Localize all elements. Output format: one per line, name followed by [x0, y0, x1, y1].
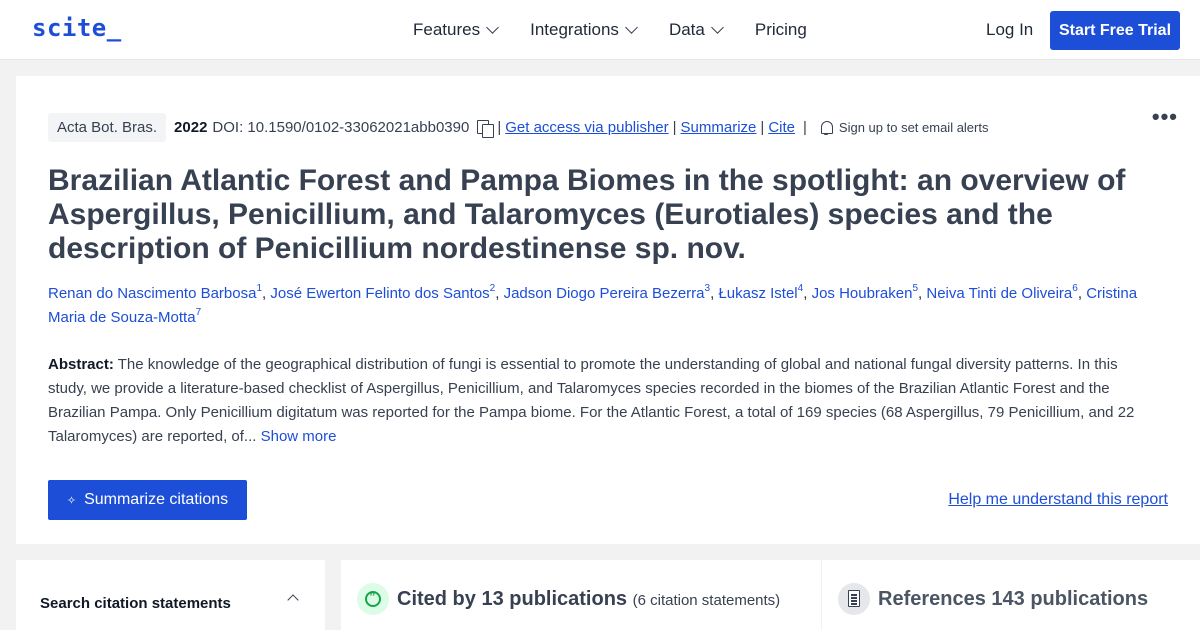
cited-by-heading[interactable]: Cited by 13 publications (6 citation sta…: [397, 588, 780, 611]
help-understand-link[interactable]: Help me understand this report: [948, 491, 1168, 509]
magic-wand-icon: ✧: [66, 494, 77, 507]
paper-card: Acta Bot. Bras. 2022 DOI: 10.1590/0102-3…: [16, 76, 1200, 544]
author-affiliation: 4: [797, 283, 804, 294]
author-name: Łukasz Istel: [718, 285, 798, 302]
doi-text: DOI: 10.1590/0102-33062021abb0390: [212, 119, 470, 136]
author-affiliation: 2: [489, 283, 496, 294]
scite-logo[interactable]: scite_: [32, 14, 122, 42]
start-free-trial-button[interactable]: Start Free Trial: [1050, 11, 1180, 50]
chevron-down-icon: [710, 21, 724, 34]
author-link[interactable]: Łukasz Istel4: [718, 283, 804, 303]
nav-features-label: Features: [413, 20, 481, 39]
author-name: José Ewerton Felinto dos Santos: [270, 285, 490, 302]
author-link[interactable]: Jos Houbraken5: [811, 283, 919, 303]
bell-icon[interactable]: [819, 120, 833, 136]
document-icon: [838, 583, 870, 615]
author-link[interactable]: Neiva Tinti de Oliveira6: [926, 283, 1078, 303]
references-heading[interactable]: References 143 publications: [878, 588, 1148, 611]
summarize-citations-button[interactable]: ✧ Summarize citations: [48, 480, 247, 520]
citation-statements-count: (6 citation statements): [632, 592, 781, 609]
chevron-up-icon[interactable]: [287, 594, 299, 606]
author-link[interactable]: Jadson Diogo Pereira Bezerra3: [503, 283, 711, 303]
author-link[interactable]: José Ewerton Felinto dos Santos2: [270, 283, 496, 303]
separator: |: [672, 119, 677, 136]
email-alerts-link[interactable]: Sign up to set email alerts: [839, 120, 989, 135]
author-affiliation: 5: [912, 283, 919, 294]
search-citations-panel: Search citation statements: [16, 560, 325, 630]
author-link[interactable]: Renan do Nascimento Barbosa1: [48, 283, 263, 303]
author-name: Renan do Nascimento Barbosa: [48, 285, 257, 302]
separator: |: [497, 119, 502, 136]
paper-title: Brazilian Atlantic Forest and Pampa Biom…: [48, 164, 1126, 265]
nav-pricing[interactable]: Pricing: [755, 20, 807, 40]
journal-badge[interactable]: Acta Bot. Bras.: [48, 113, 167, 142]
get-access-link[interactable]: Get access via publisher: [505, 119, 668, 136]
login-link[interactable]: Log In: [986, 20, 1033, 40]
author-affiliation: 7: [195, 307, 202, 318]
author-affiliation: 1: [256, 283, 263, 294]
abstract-text: The knowledge of the geographical distri…: [48, 356, 1135, 445]
chevron-down-icon: [625, 21, 638, 34]
nav-pricing-label: Pricing: [754, 20, 807, 39]
copy-icon[interactable]: [477, 119, 495, 138]
nav-data-label: Data: [668, 20, 705, 39]
summarize-citations-label: Summarize citations: [84, 491, 229, 508]
nav-menu: Features Integrations Data Pricing: [413, 20, 840, 40]
cited-by-panel: Cited by 13 publications (6 citation sta…: [341, 560, 821, 630]
citation-bubble-icon: [357, 583, 389, 615]
author-affiliation: 3: [704, 283, 711, 294]
more-options-icon[interactable]: •••: [1152, 104, 1178, 130]
cite-link[interactable]: Cite: [768, 119, 795, 136]
publication-year: 2022: [174, 119, 208, 136]
nav-features[interactable]: Features: [413, 20, 499, 40]
separator: |: [803, 119, 807, 136]
author-affiliation: 6: [1072, 283, 1078, 294]
author-name: Jadson Diogo Pereira Bezerra: [503, 285, 705, 302]
author-name: Jos Houbraken: [811, 285, 913, 302]
cited-by-count: Cited by 13 publications: [397, 588, 628, 610]
abstract-label: Abstract:: [48, 356, 114, 373]
show-more-link[interactable]: Show more: [261, 428, 337, 445]
author-list: Renan do Nascimento Barbosa1, José Ewert…: [48, 283, 1138, 327]
nav-integrations[interactable]: Integrations: [530, 20, 638, 40]
separator: |: [760, 119, 765, 136]
paper-meta-row: Acta Bot. Bras. 2022 DOI: 10.1590/0102-3…: [48, 113, 988, 142]
nav-data[interactable]: Data: [668, 20, 724, 40]
author-name: Neiva Tinti de Oliveira: [926, 285, 1073, 302]
search-citations-title: Search citation statements: [40, 595, 231, 612]
top-navbar: scite_ Features Integrations Data Pricin…: [0, 0, 1200, 60]
abstract: Abstract: The knowledge of the geographi…: [48, 353, 1158, 449]
summarize-link[interactable]: Summarize: [681, 119, 757, 136]
nav-integrations-label: Integrations: [530, 20, 619, 39]
chevron-down-icon: [486, 21, 499, 34]
references-panel: References 143 publications: [822, 560, 1200, 630]
